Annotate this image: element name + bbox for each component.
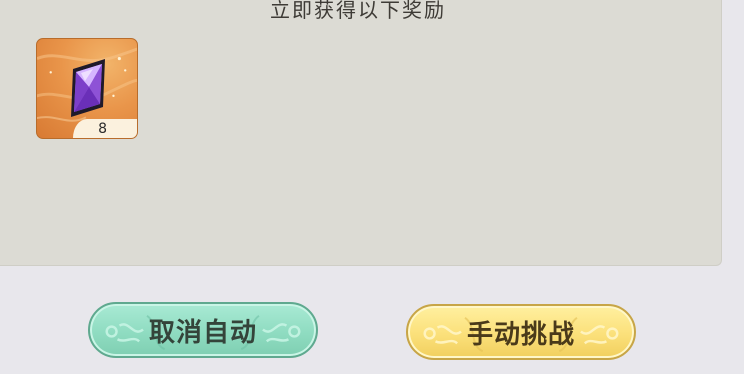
purple-crystal-icon bbox=[71, 59, 105, 117]
manual-challenge-button[interactable]: 手动挑战 bbox=[406, 304, 636, 360]
item-count: 8 bbox=[98, 121, 107, 137]
reward-panel: 立即获得以下奖励 8 bbox=[0, 0, 722, 266]
cancel-auto-label: 取消自动 bbox=[148, 317, 257, 348]
reward-item-slot[interactable]: 8 bbox=[36, 38, 138, 139]
reward-title: 立即获得以下奖励 bbox=[270, 0, 446, 22]
manual-challenge-label: 手动挑战 bbox=[466, 319, 575, 350]
cancel-auto-button[interactable]: 取消自动 bbox=[88, 302, 318, 358]
